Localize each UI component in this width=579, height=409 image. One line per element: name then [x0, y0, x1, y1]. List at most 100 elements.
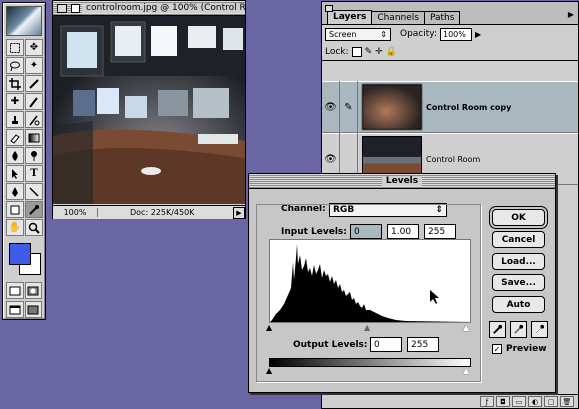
lock-pixels-icon[interactable]: ✎: [365, 47, 373, 57]
input-white-slider-icon[interactable]: ▲: [463, 323, 469, 332]
lock-row: Lock: ✎ ✛ 🔒: [322, 43, 578, 61]
new-layer-icon[interactable]: ▢: [544, 396, 558, 407]
healing-brush-tool-icon[interactable]: ✚: [6, 93, 24, 110]
document-file-icon: [71, 3, 80, 13]
document-status-bar: 100% Doc: 225K/450K ▶: [53, 205, 245, 219]
layer-name: Control Room: [426, 154, 481, 164]
output-white-field[interactable]: 255: [407, 337, 439, 352]
input-gamma-slider-icon[interactable]: ▲: [364, 323, 370, 332]
opacity-label: Opacity:: [400, 29, 437, 39]
slice-tool-icon[interactable]: [25, 75, 43, 92]
preview-label: Preview: [506, 344, 547, 354]
clone-stamp-tool-icon[interactable]: [6, 111, 24, 128]
standard-mode-icon[interactable]: [6, 282, 24, 299]
opacity-arrow-icon[interactable]: ▶: [475, 30, 481, 39]
histogram[interactable]: [269, 239, 471, 323]
close-box-icon[interactable]: [57, 3, 67, 13]
move-tool-icon[interactable]: ✥: [25, 39, 43, 56]
output-black-field[interactable]: 0: [370, 337, 402, 352]
palette-tabs: Layers Channels Paths ▶: [322, 2, 578, 25]
magic-wand-tool-icon[interactable]: ✦: [25, 57, 43, 74]
input-gamma-field[interactable]: 1.00: [387, 224, 419, 239]
layer-brush-icon[interactable]: ✎: [340, 81, 358, 133]
status-menu-arrow-icon[interactable]: ▶: [233, 206, 245, 219]
foreground-color-swatch[interactable]: [9, 243, 31, 265]
levels-dialog: Levels Channel: RGB ⇕ Input Levels: 0 1.…: [248, 173, 556, 393]
ok-button[interactable]: OK: [492, 209, 545, 226]
screen-mode-full-icon[interactable]: [24, 301, 42, 318]
type-tool-icon[interactable]: T: [25, 165, 43, 182]
output-black-slider-icon[interactable]: ▲: [266, 366, 272, 375]
save-button[interactable]: Save...: [492, 274, 545, 291]
trash-icon[interactable]: 🗑: [560, 396, 574, 407]
line-tool-icon[interactable]: [25, 183, 43, 200]
marquee-tool-icon[interactable]: [6, 39, 24, 56]
layer-mask-icon[interactable]: ◘: [496, 396, 510, 407]
tool-grid: ✥ ✦ ✚ T ✋: [3, 39, 45, 236]
input-white-field[interactable]: 255: [424, 224, 456, 239]
blend-mode-value: Screen: [329, 29, 357, 39]
palette-close-box-icon[interactable]: [325, 5, 333, 12]
levels-title: Levels: [381, 176, 423, 186]
eraser-tool-icon[interactable]: [6, 129, 24, 146]
opacity-field[interactable]: 100%: [440, 27, 472, 41]
tab-channels[interactable]: Channels: [371, 11, 425, 24]
tab-layers[interactable]: Layers: [327, 10, 373, 24]
cancel-button[interactable]: Cancel: [492, 231, 545, 248]
quick-mask-mode-icon[interactable]: [24, 282, 42, 299]
gray-eyedropper-icon[interactable]: [510, 321, 527, 338]
layer-name: Control Room copy: [426, 102, 512, 112]
zoom-level-field[interactable]: 100%: [53, 208, 98, 217]
visibility-eye-icon[interactable]: 👁: [322, 81, 340, 133]
lasso-tool-icon[interactable]: [6, 57, 24, 74]
layer-row[interactable]: 👁 ✎ Control Room copy: [322, 81, 578, 133]
layer-style-icon[interactable]: ƒ: [480, 396, 494, 407]
toolbox-palette: ✥ ✦ ✚ T ✋: [2, 2, 46, 320]
blur-tool-icon[interactable]: [6, 147, 24, 164]
preview-checkbox-row[interactable]: ✓ Preview: [492, 344, 547, 354]
auto-button[interactable]: Auto: [492, 296, 545, 313]
load-button[interactable]: Load...: [492, 253, 545, 270]
color-swatches: [6, 241, 42, 277]
input-black-field[interactable]: 0: [350, 224, 382, 239]
document-title-bar[interactable]: controlroom.jpg @ 100% (Control Room...: [53, 1, 245, 16]
white-eyedropper-icon[interactable]: [531, 321, 548, 338]
preview-checkbox[interactable]: ✓: [492, 344, 502, 354]
tab-paths[interactable]: Paths: [423, 11, 461, 24]
input-black-slider-icon[interactable]: ▲: [266, 323, 272, 332]
lock-position-icon[interactable]: ✛: [375, 47, 383, 57]
black-eyedropper-icon[interactable]: [489, 321, 506, 338]
levels-title-bar[interactable]: Levels: [249, 174, 555, 189]
output-gradient-bar: [269, 358, 471, 367]
brush-tool-icon[interactable]: [25, 93, 43, 110]
gradient-tool-icon[interactable]: [25, 129, 43, 146]
lock-all-icon[interactable]: 🔒: [386, 47, 397, 57]
document-window: controlroom.jpg @ 100% (Control Room...: [52, 0, 246, 219]
path-selection-tool-icon[interactable]: [6, 165, 24, 182]
palette-menu-arrow-icon[interactable]: ▶: [568, 10, 574, 19]
blend-row: Screen ⇕ Opacity: 100% ▶: [322, 25, 578, 43]
zoom-tool-icon[interactable]: [25, 219, 43, 236]
new-set-icon[interactable]: ▭: [512, 396, 526, 407]
palette-bottom-bar: ƒ ◘ ▭ ◐ ▢ 🗑: [322, 394, 578, 408]
screen-mode-standard-icon[interactable]: [6, 301, 24, 318]
pen-tool-icon[interactable]: [6, 183, 24, 200]
dodge-tool-icon[interactable]: [25, 147, 43, 164]
lock-transparency-icon[interactable]: [351, 46, 362, 57]
history-brush-tool-icon[interactable]: [25, 111, 43, 128]
output-white-slider-icon[interactable]: ▲: [463, 366, 469, 375]
document-canvas-image[interactable]: [53, 16, 245, 204]
eyedropper-tool-icon[interactable]: [25, 201, 43, 218]
document-title: controlroom.jpg @ 100% (Control Room...: [82, 3, 245, 13]
toolbox-logo: [6, 6, 42, 36]
input-levels-label: Input Levels:: [281, 227, 347, 237]
notes-tool-icon[interactable]: [6, 201, 24, 218]
output-levels-label: Output Levels:: [293, 340, 368, 350]
adjustment-layer-icon[interactable]: ◐: [528, 396, 542, 407]
hand-tool-icon[interactable]: ✋: [6, 219, 24, 236]
blend-mode-select[interactable]: Screen ⇕: [325, 27, 391, 41]
chevron-updown-icon: ⇕: [380, 29, 387, 39]
layer-thumbnail: [362, 84, 422, 130]
document-size-info: Doc: 225K/450K: [130, 208, 195, 217]
crop-tool-icon[interactable]: [6, 75, 24, 92]
